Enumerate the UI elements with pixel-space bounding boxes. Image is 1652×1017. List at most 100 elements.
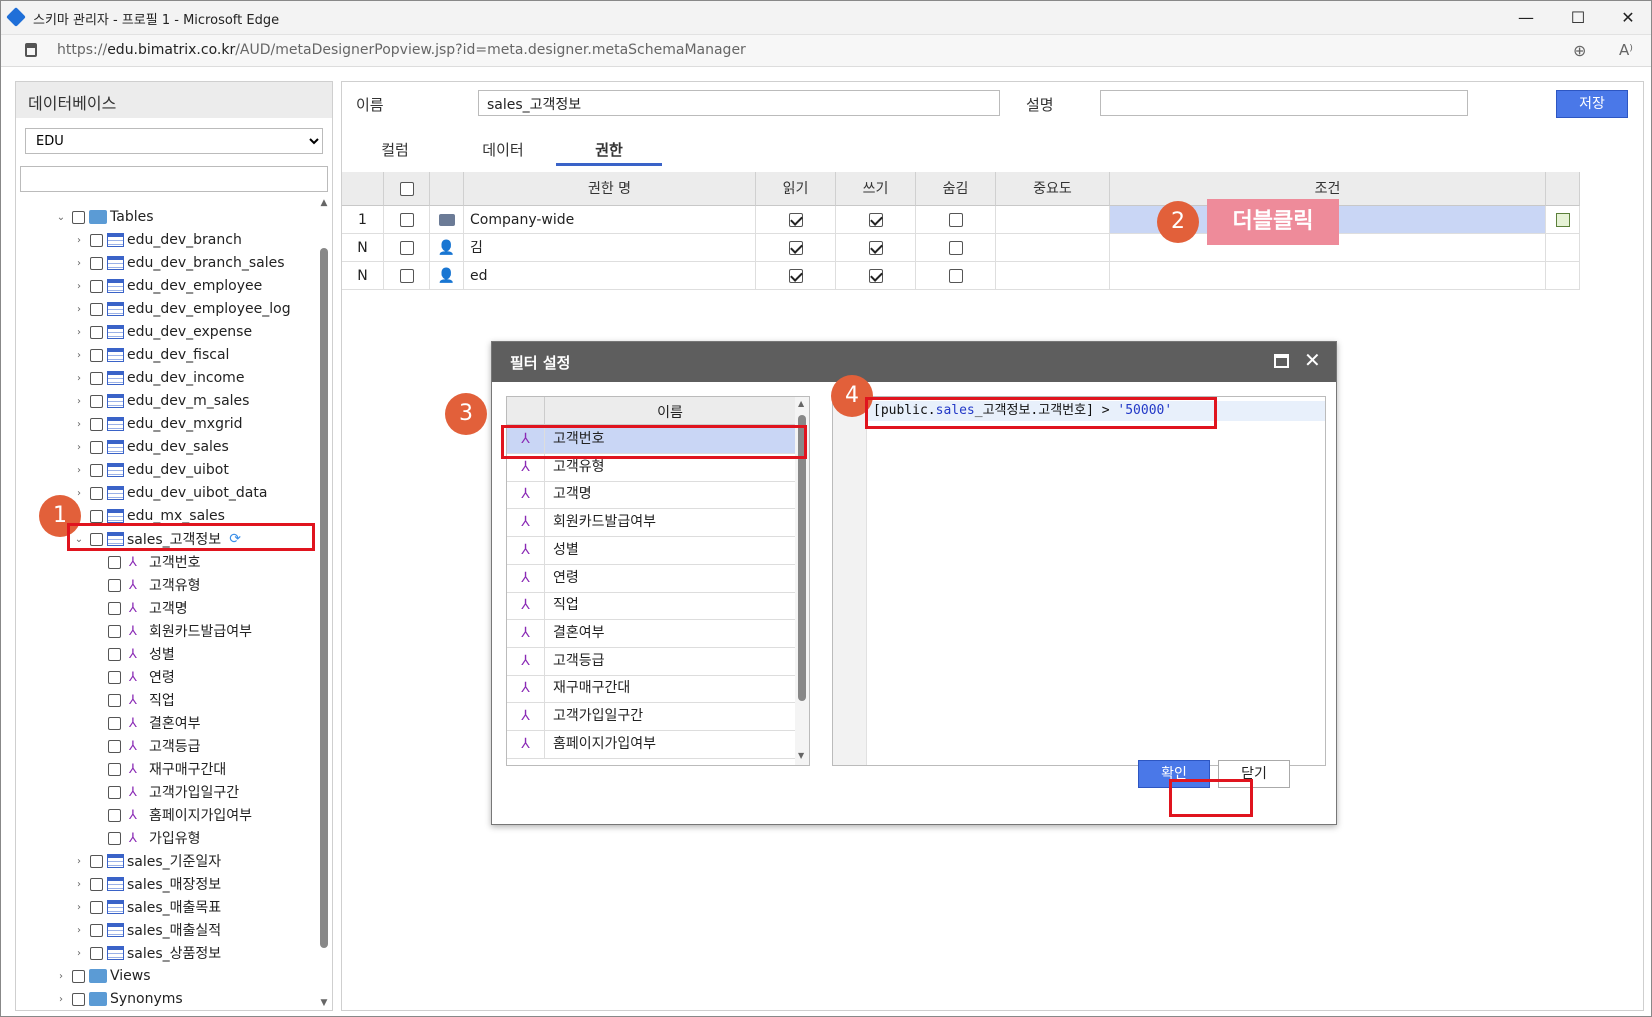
checkbox[interactable]: [108, 762, 121, 776]
expand-icon[interactable]: ›: [72, 419, 86, 430]
grid-row-edit[interactable]: [1546, 206, 1580, 234]
tree-folder-tables[interactable]: ⌄ Tables: [54, 206, 154, 228]
tree-search-input[interactable]: [20, 166, 328, 192]
checkbox[interactable]: [108, 831, 121, 845]
tree-table-item[interactable]: › sales_매장정보: [72, 873, 221, 895]
tree-column-item[interactable]: ⅄ 결혼여부: [104, 712, 201, 734]
tree-table-item[interactable]: › edu_dev_expense: [72, 321, 252, 343]
scroll-thumb[interactable]: [320, 248, 328, 948]
tab-data[interactable]: 데이터: [450, 134, 556, 166]
grid-row-write[interactable]: [836, 206, 916, 234]
checkbox[interactable]: [108, 624, 121, 638]
checkbox[interactable]: [108, 647, 121, 661]
checkbox[interactable]: [108, 578, 121, 592]
checkbox[interactable]: [108, 555, 121, 569]
tree-table-item[interactable]: › sales_매출목표: [72, 896, 221, 918]
expand-icon[interactable]: ›: [72, 465, 86, 476]
tree-table-item[interactable]: › sales_매출실적: [72, 919, 221, 941]
close-dialog-icon[interactable]: ✕: [1304, 348, 1321, 372]
checkbox[interactable]: [90, 302, 103, 316]
write-checkbox[interactable]: [868, 213, 883, 227]
checkbox[interactable]: [90, 486, 103, 500]
checkbox[interactable]: [90, 946, 103, 960]
checkbox[interactable]: [108, 670, 121, 684]
checkbox[interactable]: [90, 417, 103, 431]
tree-folder-views[interactable]: › Views: [54, 965, 151, 987]
expand-icon[interactable]: ›: [72, 396, 86, 407]
grid-row-condition[interactable]: [1110, 262, 1546, 290]
tree-column-item[interactable]: ⅄ 홈페이지가입여부: [104, 804, 252, 826]
grid-row-select[interactable]: [384, 234, 430, 262]
minimize-icon[interactable]: —: [1513, 7, 1539, 29]
tree-column-item[interactable]: ⅄ 고객유형: [104, 574, 201, 596]
grid-row-importance[interactable]: [996, 262, 1110, 290]
write-checkbox[interactable]: [868, 241, 883, 255]
maximize-dialog-icon[interactable]: [1274, 354, 1289, 368]
description-field[interactable]: [1100, 90, 1468, 116]
tab-columns[interactable]: 컬럼: [342, 134, 448, 166]
checkbox[interactable]: [108, 693, 121, 707]
column-list-item[interactable]: ⅄ 재구매구간대: [507, 674, 795, 704]
checkbox[interactable]: [90, 348, 103, 362]
checkbox[interactable]: [108, 739, 121, 753]
checkbox[interactable]: [90, 440, 103, 454]
tree-column-item[interactable]: ⅄ 직업: [104, 689, 175, 711]
grid-row-importance[interactable]: [996, 234, 1110, 262]
checkbox[interactable]: [90, 371, 103, 385]
tree-folder-synonyms[interactable]: › Synonyms: [54, 988, 183, 1010]
expand-icon[interactable]: ›: [72, 902, 86, 913]
column-list-item[interactable]: ⅄ 고객명: [507, 480, 795, 510]
hide-checkbox[interactable]: [948, 213, 963, 227]
tree-column-item[interactable]: ⅄ 고객번호: [104, 551, 201, 573]
grid-row-read[interactable]: [756, 234, 836, 262]
checkbox[interactable]: [90, 325, 103, 339]
hide-checkbox[interactable]: [948, 269, 963, 283]
grid-row-hide[interactable]: [916, 234, 996, 262]
grid-row-select[interactable]: [384, 262, 430, 290]
checkbox[interactable]: [72, 210, 85, 224]
write-checkbox[interactable]: [868, 269, 883, 283]
grid-row-select[interactable]: [384, 206, 430, 234]
expand-icon[interactable]: ›: [72, 327, 86, 338]
checkbox[interactable]: [90, 877, 103, 891]
checkbox[interactable]: [72, 969, 85, 983]
checkbox[interactable]: [90, 463, 103, 477]
expand-icon[interactable]: ›: [72, 925, 86, 936]
checkbox[interactable]: [90, 923, 103, 937]
expand-icon[interactable]: ›: [72, 948, 86, 959]
grid-row-read[interactable]: [756, 262, 836, 290]
url-text[interactable]: https://edu.bimatrix.co.kr/AUD/metaDesig…: [57, 42, 746, 58]
grid-row-name[interactable]: ed: [464, 262, 756, 290]
checkbox[interactable]: [90, 900, 103, 914]
grid-row-write[interactable]: [836, 234, 916, 262]
expand-icon[interactable]: ›: [72, 488, 86, 499]
column-list-item[interactable]: ⅄ 직업: [507, 591, 795, 621]
row-checkbox[interactable]: [399, 269, 414, 283]
tree-table-item[interactable]: › edu_dev_fiscal: [72, 344, 229, 366]
tree-column-item[interactable]: ⅄ 가입유형: [104, 827, 201, 849]
tree-column-item[interactable]: ⅄ 성별: [104, 643, 175, 665]
grid-row-name[interactable]: Company-wide: [464, 206, 756, 234]
zoom-icon[interactable]: ⊕: [1573, 41, 1586, 60]
tree-table-item[interactable]: › edu_dev_uibot_data: [72, 482, 267, 504]
database-select[interactable]: EDU: [25, 128, 323, 154]
checkbox[interactable]: [90, 233, 103, 247]
tree-scrollbar[interactable]: ▲ ▼: [318, 198, 330, 1010]
collapse-icon[interactable]: ⌄: [54, 212, 68, 223]
read-checkbox[interactable]: [788, 213, 803, 227]
grid-row-hide[interactable]: [916, 262, 996, 290]
expand-icon[interactable]: ›: [72, 856, 86, 867]
address-bar[interactable]: https://edu.bimatrix.co.kr/AUD/metaDesig…: [1, 35, 1651, 67]
tree-table-item[interactable]: › edu_dev_sales: [72, 436, 229, 458]
checkbox[interactable]: [90, 854, 103, 868]
checkbox[interactable]: [90, 394, 103, 408]
scroll-up-icon[interactable]: ▲: [318, 198, 330, 208]
expand-icon[interactable]: ›: [54, 994, 68, 1005]
expand-icon[interactable]: ›: [72, 235, 86, 246]
read-checkbox[interactable]: [788, 269, 803, 283]
read-checkbox[interactable]: [788, 241, 803, 255]
tree-table-item[interactable]: › edu_dev_m_sales: [72, 390, 249, 412]
expand-icon[interactable]: ›: [72, 304, 86, 315]
column-list-item[interactable]: ⅄ 회원카드발급여부: [507, 508, 795, 538]
column-list-item[interactable]: ⅄ 결혼여부: [507, 618, 795, 648]
